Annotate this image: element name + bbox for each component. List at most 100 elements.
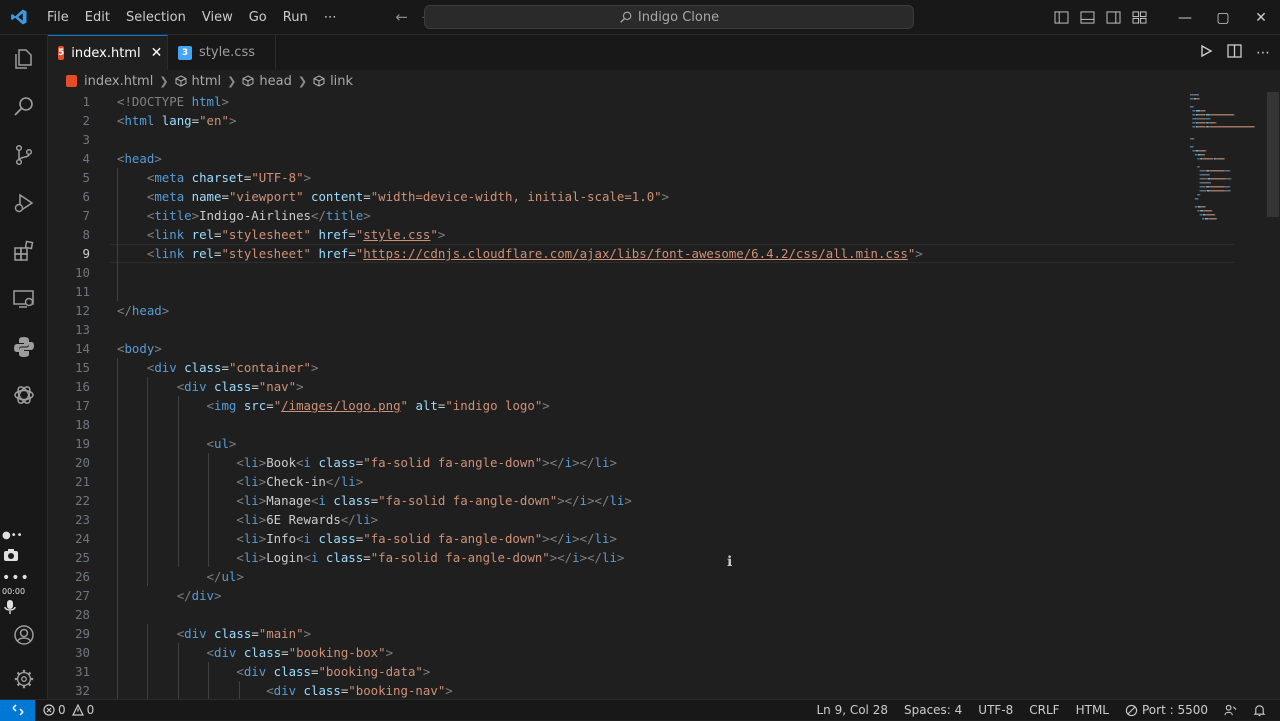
python-icon[interactable] — [0, 323, 48, 371]
customize-layout-icon[interactable] — [1126, 11, 1152, 24]
minimap-token — [1209, 126, 1254, 128]
tab-index-html[interactable]: 5 index.html ✕ — [48, 35, 168, 70]
menu-item[interactable]: Run — [275, 0, 316, 35]
code-line[interactable]: 29 <div class="main"> — [48, 624, 1228, 643]
code-line[interactable]: 26 </ul> — [48, 567, 1228, 586]
code-line[interactable]: 4 <head> — [48, 149, 1228, 168]
code-line[interactable]: 20 <li>Book<i class="fa-solid fa-angle-d… — [48, 453, 1228, 472]
minimize-button[interactable]: — — [1166, 10, 1204, 26]
split-editor-icon[interactable] — [1227, 43, 1242, 62]
code-line[interactable]: 21 <li>Check-in</li> — [48, 472, 1228, 491]
accounts-icon[interactable] — [0, 611, 48, 659]
minimap-token — [1190, 138, 1192, 140]
minimap-token — [1201, 206, 1205, 208]
code-text: <ul> — [206, 436, 237, 451]
remote-indicator-icon[interactable] — [0, 699, 35, 721]
code-line[interactable]: 30 <div class="booking-box"> — [48, 643, 1228, 662]
code-line[interactable]: 23 <li>6E Rewards</li> — [48, 510, 1228, 529]
code-line[interactable]: 6 <meta name="viewport" content="width=d… — [48, 187, 1228, 206]
minimap-token — [1209, 122, 1210, 124]
code-line[interactable]: 32 <div class="booking-nav"> — [48, 681, 1228, 699]
code-line[interactable]: 2 <html lang="en"> — [48, 111, 1228, 130]
code-line[interactable]: 31 <div class="booking-data"> — [48, 662, 1228, 681]
explorer-icon[interactable] — [0, 35, 48, 83]
minimap-token — [1210, 114, 1234, 116]
code-line[interactable]: 3 — [48, 130, 1228, 149]
code-line[interactable]: 25 <li>Login<i class="fa-solid fa-angle-… — [48, 548, 1228, 567]
minimap[interactable] — [1190, 92, 1268, 252]
code-line[interactable]: 7 <title>Indigo-Airlines</title> — [48, 206, 1228, 225]
toggle-secondary-sidebar-icon[interactable] — [1100, 11, 1126, 24]
menu-item[interactable]: File — [39, 0, 77, 35]
search-icon[interactable] — [0, 83, 48, 131]
language-mode[interactable]: HTML — [1068, 703, 1117, 717]
breadcrumb-label: head — [259, 73, 292, 89]
more-dots-icon[interactable]: ••• — [2, 570, 30, 586]
line-number: 21 — [75, 474, 90, 489]
code-line[interactable]: 28 — [48, 605, 1228, 624]
encoding-status[interactable]: UTF-8 — [970, 703, 1021, 717]
code-line[interactable]: 18 — [48, 415, 1228, 434]
remote-explorer-icon[interactable] — [0, 275, 48, 323]
run-file-icon[interactable] — [1199, 43, 1213, 62]
accounts-feedback-icon[interactable] — [1216, 704, 1245, 717]
breadcrumb-html[interactable]: html — [175, 74, 221, 89]
chatgpt-icon[interactable] — [0, 371, 48, 419]
maximize-button[interactable]: ▢ — [1204, 10, 1242, 26]
code-line[interactable]: 9 <link rel="stylesheet" href="https://c… — [48, 244, 1228, 263]
code-line[interactable]: 1 <!DOCTYPE html> — [48, 92, 1228, 111]
minimap-token — [1200, 170, 1202, 172]
eol-status[interactable]: CRLF — [1021, 703, 1067, 717]
code-text: </div> — [176, 588, 222, 603]
close-window-button[interactable]: ✕ — [1242, 10, 1280, 26]
code-line[interactable]: 15 <div class="container"> — [48, 358, 1228, 377]
extensions-icon[interactable] — [0, 227, 48, 275]
code-line[interactable]: 12 </head> — [48, 301, 1228, 320]
menu-item[interactable]: ⋯ — [316, 0, 345, 35]
code-line[interactable]: 13 — [48, 320, 1228, 339]
more-actions-icon[interactable]: ⋯ — [1256, 45, 1270, 61]
problems-status[interactable]: 0 0 — [35, 703, 102, 717]
tab-style-css[interactable]: 3 style.css — [168, 35, 276, 70]
code-line[interactable]: 14 <body> — [48, 339, 1228, 358]
menu-item[interactable]: View — [194, 0, 241, 35]
menu-item[interactable]: Go — [241, 0, 275, 35]
live-server-port[interactable]: Port : 5500 — [1117, 703, 1216, 717]
code-line[interactable]: 24 <li>Info<i class="fa-solid fa-angle-d… — [48, 529, 1228, 548]
source-control-icon[interactable] — [0, 131, 48, 179]
menu-item[interactable]: Edit — [77, 0, 118, 35]
manage-gear-icon[interactable] — [0, 659, 48, 699]
command-center-search[interactable]: Indigo Clone — [424, 5, 914, 29]
toggle-primary-sidebar-icon[interactable] — [1048, 11, 1074, 24]
breadcrumb-head[interactable]: head — [242, 73, 292, 89]
code-line[interactable]: 22 <li>Manage<i class="fa-solid fa-angle… — [48, 491, 1228, 510]
breadcrumb-link[interactable]: link — [313, 74, 353, 89]
code-line[interactable]: 8 <link rel="stylesheet" href="style.css… — [48, 225, 1228, 244]
minimap-token — [1216, 218, 1217, 220]
code-line[interactable]: 16 <div class="nav"> — [48, 377, 1228, 396]
camera-icon[interactable] — [0, 541, 48, 569]
back-arrow-icon[interactable]: ← — [389, 8, 415, 26]
close-tab-icon[interactable]: ✕ — [151, 45, 163, 61]
cursor-position[interactable]: Ln 9, Col 28 — [808, 703, 896, 717]
toggle-panel-icon[interactable] — [1074, 11, 1100, 24]
editor-scrollbar[interactable] — [1267, 92, 1279, 217]
indentation-status[interactable]: Spaces: 4 — [896, 703, 970, 717]
indent-guide — [208, 453, 210, 567]
code-line[interactable]: 10 — [48, 263, 1228, 282]
breadcrumb-file[interactable]: index.html — [66, 74, 153, 89]
cube-icon — [175, 75, 187, 87]
chevron-right-icon: ❯ — [159, 74, 169, 88]
minimap-token — [1202, 158, 1204, 160]
notifications-bell-icon[interactable] — [1245, 704, 1274, 717]
code-line[interactable]: 5 <meta charset="UTF-8"> — [48, 168, 1228, 187]
code-line[interactable]: 11 — [48, 282, 1228, 301]
code-line[interactable]: 19 <ul> — [48, 434, 1228, 453]
menu-item[interactable]: Selection — [118, 0, 194, 35]
run-debug-icon[interactable] — [0, 179, 48, 227]
code-editor[interactable]: 1 <!DOCTYPE html> 2 <html lang="en"> 3 4 <head… — [48, 92, 1280, 699]
minimap-token — [1194, 154, 1196, 156]
code-line[interactable]: 17 <img src="/images/logo.png" alt="indi… — [48, 396, 1228, 415]
code-line[interactable]: 27 </div> — [48, 586, 1228, 605]
minimap-token — [1190, 106, 1191, 108]
